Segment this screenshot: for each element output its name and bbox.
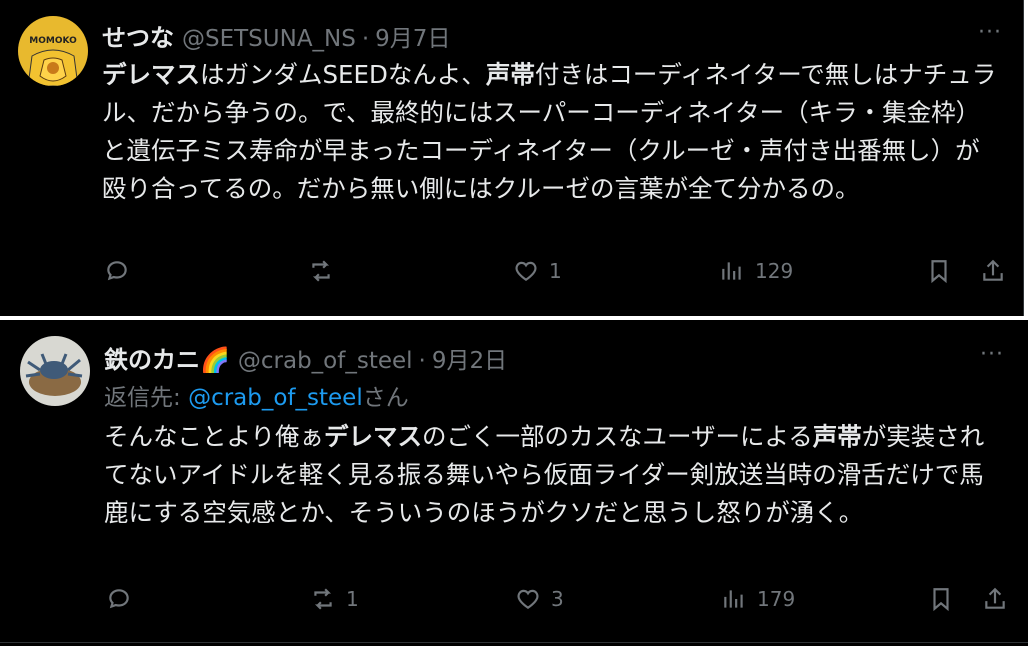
bookmark-icon: [931, 260, 947, 284]
like-button[interactable]: 1: [513, 258, 562, 284]
tweet-1[interactable]: MOMOKO せつな @SETSUNA_NS · 9月7日 ··· デレマスはガ…: [0, 0, 1024, 316]
share-icon: [985, 587, 1005, 609]
bookmark-button[interactable]: [928, 586, 954, 612]
repost-icon: [312, 260, 330, 282]
reply-button[interactable]: [104, 258, 130, 284]
action-bar: 1 129: [102, 258, 1012, 288]
reply-button[interactable]: [106, 586, 132, 612]
like-button[interactable]: 3: [515, 586, 564, 612]
action-bar: 1 3 179: [104, 586, 1014, 616]
bookmark-icon: [933, 588, 949, 612]
tweet-header: 鉄のカニ🌈 @crab_of_steel · 9月2日: [104, 340, 507, 375]
views-button[interactable]: 129: [719, 258, 793, 284]
tweet-date[interactable]: 9月7日: [375, 19, 450, 53]
bold-text-segment: デレマス: [102, 60, 200, 89]
text-segment: はガンダムSEEDなんよ、: [200, 60, 486, 89]
views-button[interactable]: 179: [721, 586, 795, 612]
views-icon: [722, 262, 741, 280]
like-icon: [515, 261, 537, 281]
display-name[interactable]: せつな: [102, 18, 174, 53]
bold-text-segment: 声帯: [485, 60, 535, 89]
reply-prefix: 返信先:: [104, 385, 189, 411]
separator-dot: ·: [418, 348, 426, 374]
avatar-logo-text: MOMOKO: [29, 36, 77, 46]
bold-text-segment: デレマス: [324, 422, 423, 451]
share-button[interactable]: [980, 258, 1006, 284]
reply-context: 返信先: @crab_of_steelさん: [104, 378, 409, 412]
text-segment: のごく一部のカスなユーザーによる: [422, 422, 813, 451]
display-name[interactable]: 鉄のカニ🌈: [104, 340, 230, 375]
repost-button[interactable]: [308, 258, 344, 284]
tweet-text: そんなことより俺ぁデレマスのごく一部のカスなユーザーによる声帯が実装されてないア…: [104, 418, 1004, 532]
like-count: 1: [549, 259, 562, 283]
repost-button[interactable]: 1: [310, 586, 359, 612]
more-options-icon[interactable]: ···: [978, 20, 1002, 45]
edge-divider: [1024, 0, 1028, 320]
tweet-2[interactable]: 鉄のカニ🌈 @crab_of_steel · 9月2日 ··· 返信先: @cr…: [0, 320, 1028, 646]
repost-icon: [314, 588, 332, 610]
repost-count: 1: [346, 587, 359, 611]
avatar[interactable]: [20, 336, 90, 406]
bold-text-segment: 声帯: [812, 422, 862, 451]
user-handle[interactable]: @SETSUNA_NS: [182, 26, 356, 52]
reply-icon: [107, 261, 127, 281]
more-options-icon[interactable]: ···: [980, 342, 1004, 367]
view-count: 129: [755, 259, 794, 283]
tweet-header: せつな @SETSUNA_NS · 9月7日: [102, 18, 450, 53]
view-count: 179: [757, 587, 796, 611]
reply-suffix: さん: [362, 385, 409, 411]
user-handle[interactable]: @crab_of_steel: [238, 348, 413, 374]
bookmark-button[interactable]: [926, 258, 952, 284]
bottom-divider: [0, 642, 1028, 643]
views-icon: [724, 590, 743, 608]
tweet-text: デレマスはガンダムSEEDなんよ、声帯付きはコーディネイターで無しはナチュラル、…: [102, 56, 1002, 208]
share-icon: [983, 259, 1003, 281]
avatar[interactable]: MOMOKO: [18, 16, 88, 86]
reply-icon: [109, 589, 129, 609]
reply-handle-link[interactable]: @crab_of_steel: [188, 385, 363, 411]
tweet-date[interactable]: 9月2日: [432, 341, 507, 375]
like-icon: [517, 589, 539, 609]
like-count: 3: [551, 587, 564, 611]
share-button[interactable]: [982, 586, 1008, 612]
text-segment: そんなことより俺ぁ: [104, 422, 325, 451]
separator-dot: ·: [361, 26, 370, 52]
